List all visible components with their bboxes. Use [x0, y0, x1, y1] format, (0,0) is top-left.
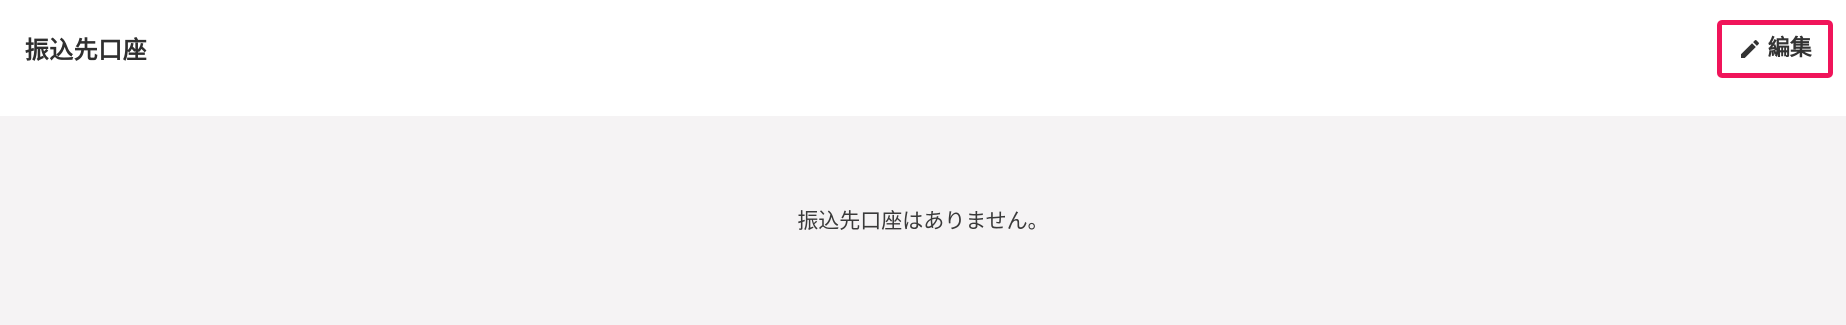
section-header: 振込先口座 編集: [0, 0, 1846, 116]
empty-state-panel: 振込先口座はありません。: [0, 116, 1846, 325]
edit-button-label: 編集: [1767, 36, 1812, 61]
pencil-icon: [1738, 37, 1762, 61]
section-title: 振込先口座: [25, 36, 148, 64]
bank-account-section: 振込先口座 編集 振込先口座はありません。: [0, 0, 1846, 325]
edit-button[interactable]: 編集: [1717, 20, 1833, 78]
empty-state-message: 振込先口座はありません。: [797, 209, 1049, 233]
